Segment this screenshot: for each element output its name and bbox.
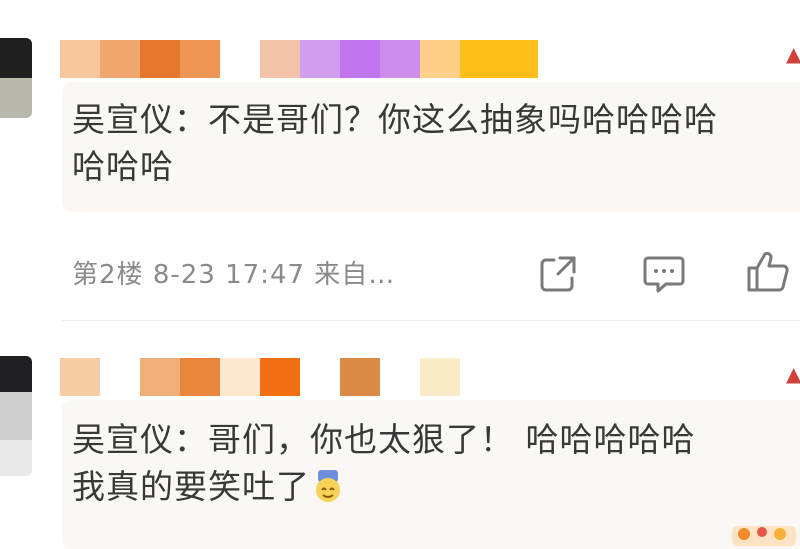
comment-date: 8-23: [152, 260, 216, 290]
quoted-reply-box[interactable]: 吴宣仪：哥们，你也太狠了！ 哈哈哈哈哈 我真的要笑吐了: [62, 400, 800, 549]
comment-source[interactable]: 来自…: [314, 260, 395, 290]
share-icon[interactable]: [538, 254, 578, 294]
quote-line-1: 吴宣仪：哥们，你也太狠了！ 哈哈哈哈哈: [72, 420, 696, 459]
divider: [62, 320, 800, 321]
quoted-reply-text: 吴宣仪：不是哥们？你这么抽象吗哈哈哈哈 哈哈哈: [72, 96, 800, 190]
sticker-icon: [732, 526, 796, 546]
avatar[interactable]: [0, 356, 32, 476]
avatar[interactable]: [0, 38, 32, 118]
laughing-vomit-emoji-icon: [310, 468, 346, 516]
username-blurred[interactable]: [60, 358, 460, 396]
thumbs-up-icon[interactable]: [745, 250, 791, 294]
quote-line-2: 我真的要笑吐了: [72, 467, 310, 506]
corner-badge: ▲: [786, 362, 800, 384]
corner-badge: ▲: [786, 42, 800, 64]
comment-icon[interactable]: [642, 254, 686, 294]
comment-meta: 第2楼 8-23 17:47 来自…: [72, 254, 395, 291]
quote-line-2: 哈哈哈: [72, 147, 174, 186]
quoted-reply-box[interactable]: 吴宣仪：不是哥们？你这么抽象吗哈哈哈哈 哈哈哈: [62, 82, 800, 212]
comment-time: 17:47: [225, 260, 306, 290]
quoted-reply-text: 吴宣仪：哥们，你也太狠了！ 哈哈哈哈哈 我真的要笑吐了: [72, 416, 800, 516]
username-blurred[interactable]: [60, 40, 538, 78]
quote-line-1: 吴宣仪：不是哥们？你这么抽象吗哈哈哈哈: [72, 100, 718, 139]
floor-number: 第2楼: [72, 260, 144, 290]
